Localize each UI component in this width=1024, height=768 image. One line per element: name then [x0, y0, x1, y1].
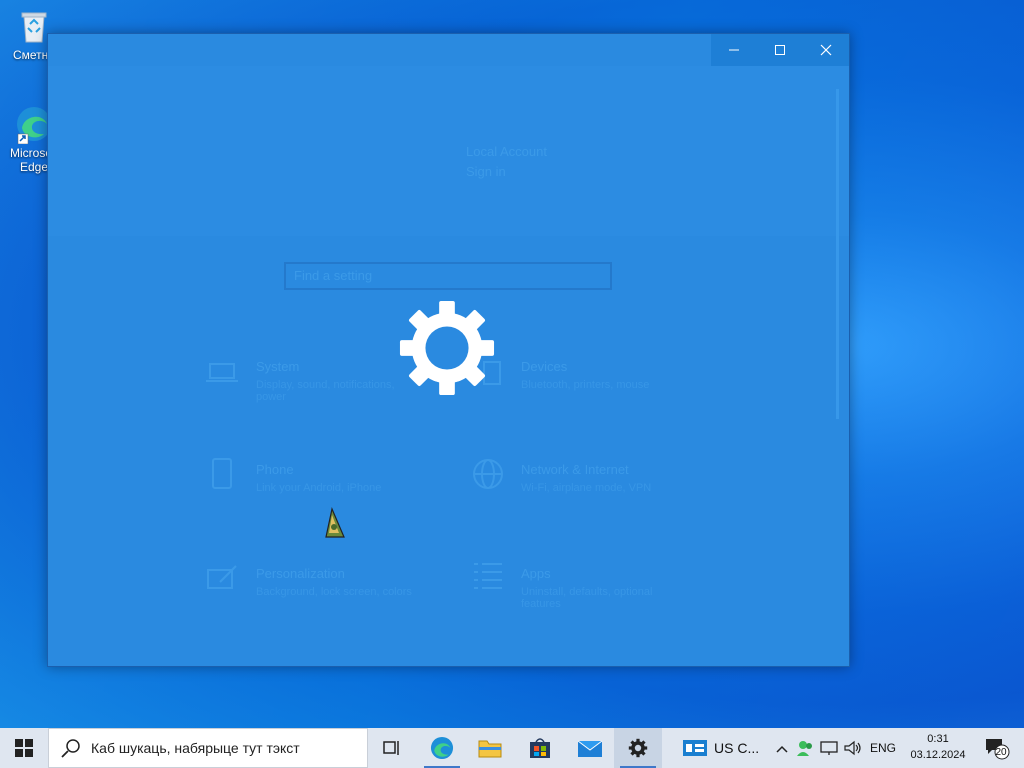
gear-icon: [628, 738, 648, 758]
taskbar: Каб шукаць, набярыце тут тэкст US C... E…: [0, 728, 1024, 768]
apps-list-icon: [474, 563, 502, 589]
gear-icon: [399, 300, 495, 396]
task-view-icon: [383, 741, 399, 755]
taskbar-search-placeholder: Каб шукаць, набярыце тут тэкст: [91, 740, 300, 756]
start-button[interactable]: [0, 728, 48, 768]
edge-icon: [430, 736, 454, 760]
scrollbar[interactable]: [836, 89, 839, 419]
clock-date: 03.12.2024: [910, 749, 966, 761]
people-icon[interactable]: [796, 739, 814, 757]
laptop-icon: [206, 363, 238, 382]
action-center-button[interactable]: 20: [982, 728, 1012, 768]
settings-search-placeholder: Find a setting: [294, 268, 373, 283]
settings-search-box[interactable]: Find a setting: [284, 262, 612, 290]
category-desc: Link your Android, iPhone: [256, 482, 382, 494]
mail-icon: [577, 740, 603, 757]
close-button[interactable]: [803, 34, 849, 66]
phone-icon: [212, 458, 232, 489]
minimize-button[interactable]: [711, 34, 757, 66]
weather-widget[interactable]: US C...: [674, 728, 766, 768]
category-title: Network & Internet: [521, 462, 629, 477]
category-title: Apps: [521, 566, 551, 581]
account-header-area: [48, 66, 849, 236]
taskbar-search-box[interactable]: Каб шукаць, набярыце тут тэкст: [48, 728, 368, 768]
language-indicator[interactable]: ENG: [870, 741, 896, 755]
close-icon: [820, 44, 832, 56]
busy-cursor-icon: [325, 507, 345, 538]
system-tray: ENG: [776, 728, 896, 768]
volume-icon[interactable]: [844, 740, 862, 756]
taskbar-file-explorer[interactable]: [466, 728, 514, 768]
taskbar-mail[interactable]: [566, 728, 614, 768]
task-view-button[interactable]: [368, 728, 416, 768]
category-desc: Wi-Fi, airplane mode, VPN: [521, 482, 652, 494]
clock-time: 0:31: [927, 733, 949, 745]
category-title: Devices: [521, 359, 568, 374]
notification-count-badge: 20: [995, 747, 1007, 758]
category-desc: Uninstall, defaults, optional features: [521, 586, 653, 610]
chevron-up-icon[interactable]: [776, 740, 788, 756]
windows-logo-icon: [15, 739, 33, 757]
ghost-account-name: Local Account: [466, 144, 547, 159]
folder-icon: [478, 740, 502, 758]
weather-news-icon: [683, 740, 707, 756]
window-controls: [711, 34, 849, 66]
search-icon: [61, 739, 80, 758]
category-title: Phone: [256, 462, 294, 477]
category-desc: Bluetooth, printers, mouse: [521, 379, 650, 391]
category-desc: Background, lock screen, colors: [256, 586, 412, 598]
maximize-button[interactable]: [757, 34, 803, 66]
store-icon: [530, 738, 550, 758]
taskbar-edge[interactable]: [418, 728, 466, 768]
taskbar-clock[interactable]: 0:31 03.12.2024: [898, 731, 978, 763]
globe-icon: [473, 459, 503, 489]
weather-label: US C...: [714, 740, 760, 756]
category-title: Personalization: [256, 566, 345, 581]
taskbar-settings[interactable]: [614, 728, 662, 768]
taskbar-store[interactable]: [516, 728, 564, 768]
maximize-icon: [775, 45, 785, 55]
paintbrush-icon: [207, 565, 237, 589]
settings-window[interactable]: Local Account Sign in Find a setting Sys…: [47, 33, 850, 667]
category-desc: Display, sound, notifications, power: [256, 379, 395, 403]
minimize-icon: [729, 49, 739, 51]
window-titlebar[interactable]: [48, 34, 849, 66]
category-title: System: [256, 359, 300, 374]
ghost-sign-in-link: Sign in: [466, 164, 506, 179]
network-icon[interactable]: [820, 740, 838, 756]
